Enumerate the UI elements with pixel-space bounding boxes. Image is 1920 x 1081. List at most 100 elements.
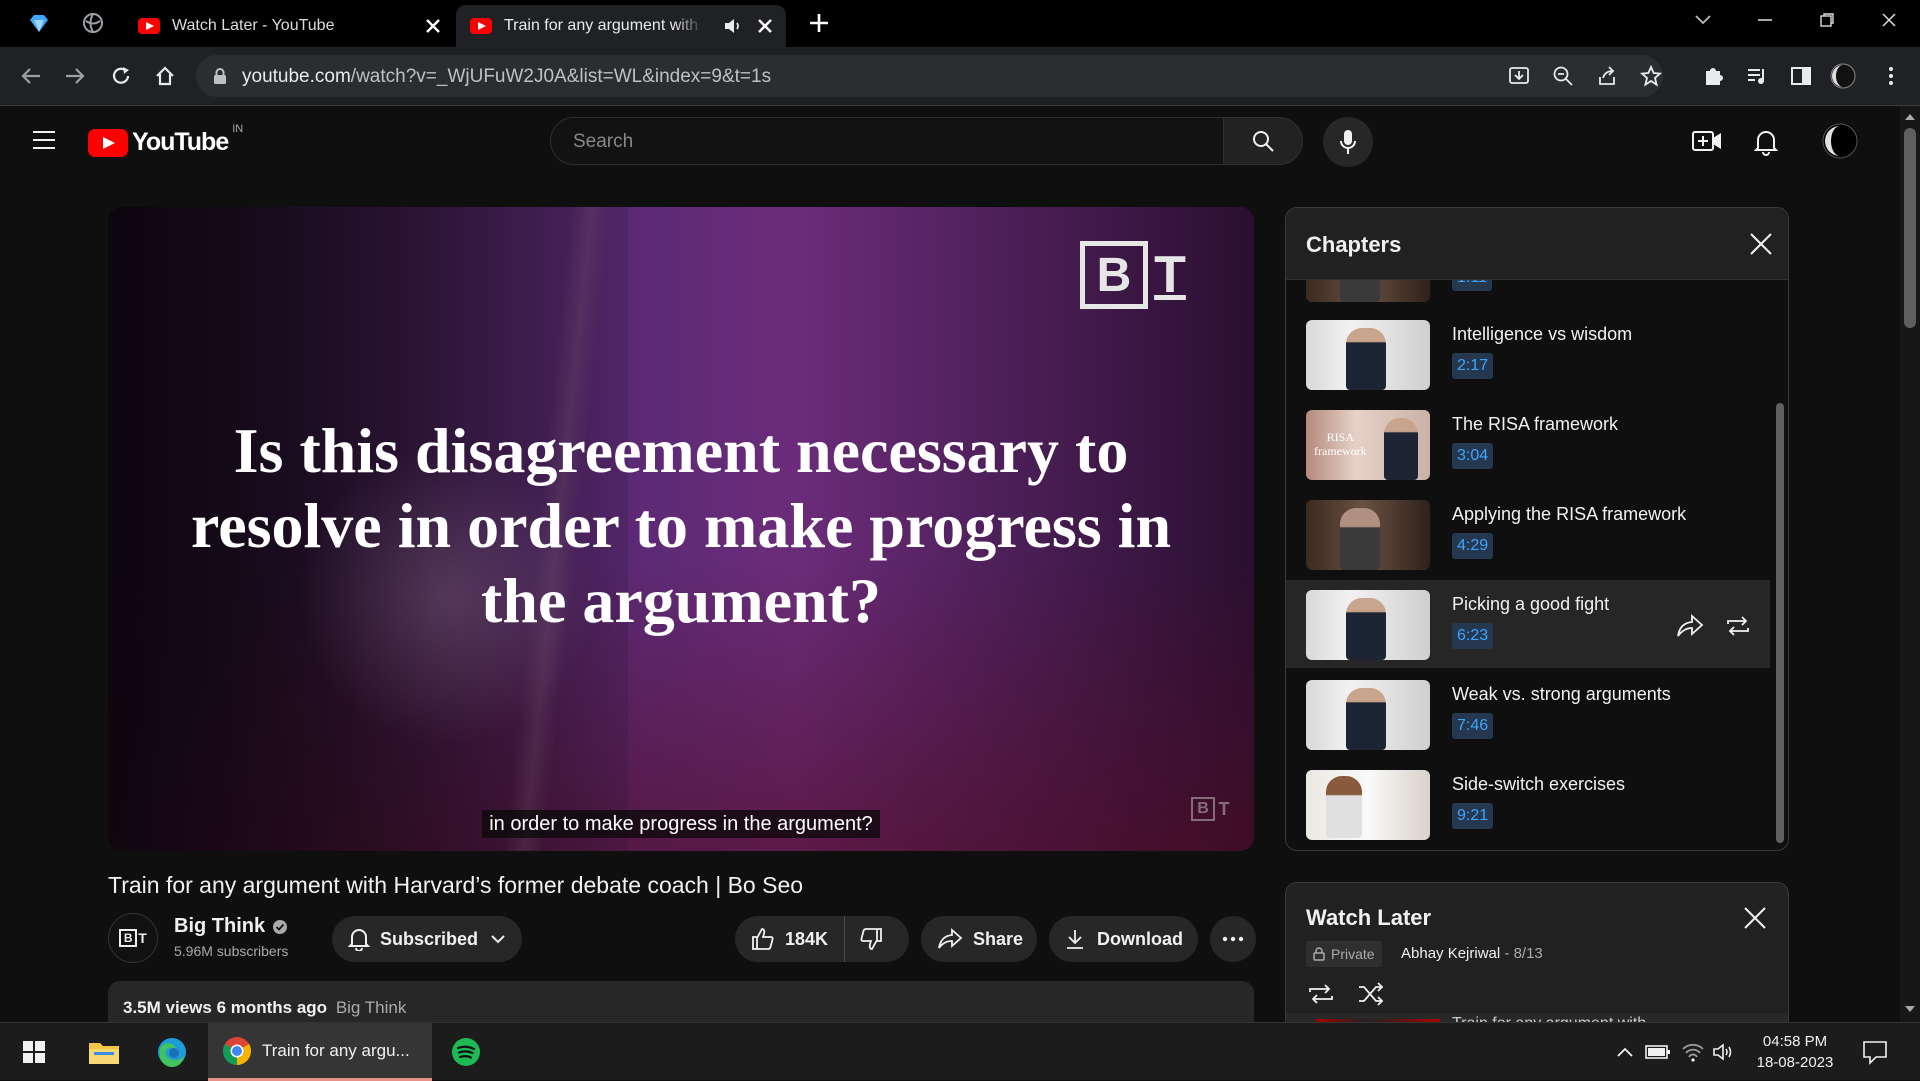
subscriber-count: 5.96M subscribers xyxy=(174,943,289,959)
back-arrow-icon[interactable] xyxy=(18,63,44,89)
zoom-icon[interactable] xyxy=(1552,65,1574,87)
shuffle-icon[interactable] xyxy=(1356,979,1386,1009)
close-window-icon[interactable] xyxy=(1858,0,1920,40)
chapter-name: Picking a good fight xyxy=(1452,594,1610,614)
view-count: 3.5M views xyxy=(123,998,212,1017)
chapter-item[interactable]: Applying the RISA framework 4:29 xyxy=(1286,490,1770,578)
scroll-up-arrow-icon[interactable] xyxy=(1905,114,1915,120)
channel-logo-t: T xyxy=(138,930,147,946)
close-playlist-icon[interactable] xyxy=(1742,905,1768,931)
tray-chevron-up-icon[interactable] xyxy=(1612,1039,1638,1065)
chapter-name: The RISA framework xyxy=(1452,414,1619,434)
hamburger-menu-icon[interactable] xyxy=(32,130,56,150)
channel-logo: B xyxy=(119,929,138,947)
big-think-watermark: B T xyxy=(1080,241,1192,309)
restore-icon[interactable] xyxy=(1796,0,1858,40)
page-scrollbar[interactable] xyxy=(1900,106,1920,1022)
lock-icon[interactable] xyxy=(212,67,228,85)
chapters-header: Chapters xyxy=(1286,208,1788,280)
minimize-icon[interactable] xyxy=(1734,0,1796,40)
like-button[interactable]: 184K xyxy=(735,916,846,962)
browser-menu-kebab-icon[interactable] xyxy=(1878,63,1904,89)
file-explorer-icon[interactable] xyxy=(76,1023,132,1081)
taskbar-clock[interactable]: 04:58 PM 18-08-2023 xyxy=(1740,1031,1850,1073)
notifications-bell-icon[interactable] xyxy=(1754,128,1778,156)
youtube-logo[interactable]: YouTube IN xyxy=(88,123,243,157)
extension-gem-icon[interactable] xyxy=(28,12,50,34)
notifications-center-icon[interactable] xyxy=(1862,1039,1888,1065)
edge-browser-icon[interactable] xyxy=(144,1023,200,1081)
new-tab-plus-icon[interactable] xyxy=(808,12,830,34)
chapter-timestamp[interactable]: 3:04 xyxy=(1452,443,1494,469)
dislike-button[interactable] xyxy=(845,916,883,962)
reload-icon[interactable] xyxy=(108,63,134,89)
profile-avatar-icon[interactable] xyxy=(1830,63,1856,89)
spotify-icon[interactable] xyxy=(438,1023,494,1081)
create-video-icon[interactable] xyxy=(1692,128,1722,154)
chapter-item[interactable]: Side-switch exercises 9:21 xyxy=(1286,760,1770,848)
tab-watch-later[interactable]: Watch Later - YouTube xyxy=(124,5,454,47)
watch-later-title[interactable]: Watch Later xyxy=(1306,905,1431,931)
home-icon[interactable] xyxy=(152,63,178,89)
chapter-name: Weak vs. strong arguments xyxy=(1452,684,1671,704)
download-button[interactable]: Download xyxy=(1049,916,1198,962)
volume-icon[interactable] xyxy=(1711,1039,1737,1065)
media-queue-icon[interactable] xyxy=(1744,63,1770,89)
channel-name[interactable]: Big Think xyxy=(174,915,288,938)
share-chapter-icon[interactable] xyxy=(1676,612,1704,640)
subscribed-button[interactable]: Subscribed xyxy=(332,916,522,962)
share-page-icon[interactable] xyxy=(1596,65,1618,87)
battery-icon[interactable] xyxy=(1645,1039,1671,1065)
close-tab-icon[interactable] xyxy=(424,17,442,35)
chapter-name: Side-switch exercises xyxy=(1452,774,1626,794)
search-button[interactable] xyxy=(1223,117,1303,165)
chapter-timestamp[interactable]: 2:17 xyxy=(1452,353,1494,379)
url-text[interactable]: youtube.com/watch?v=_WjUFuW2J0A&list=WL&… xyxy=(242,66,771,88)
chapter-thumbnail xyxy=(1306,770,1430,840)
globe-icon[interactable] xyxy=(82,12,104,34)
close-chapters-icon[interactable] xyxy=(1748,231,1774,257)
youtube-wordmark: YouTube xyxy=(132,128,229,156)
account-avatar[interactable] xyxy=(1822,123,1858,159)
chapter-timestamp[interactable]: 4:29 xyxy=(1452,533,1494,559)
closed-caption: in order to make progress in the argumen… xyxy=(108,810,1254,838)
video-player[interactable]: B T B T Is this disagreement necessary t… xyxy=(108,207,1254,851)
download-label: Download xyxy=(1097,928,1183,949)
chapter-timestamp[interactable]: 9:21 xyxy=(1452,803,1494,829)
audio-playing-icon[interactable] xyxy=(724,18,742,34)
chapters-scrollbar[interactable] xyxy=(1776,403,1784,843)
clock-time: 04:58 PM xyxy=(1762,1033,1828,1050)
owner-name[interactable]: Abhay Kejriwal xyxy=(1401,945,1500,962)
chapter-item[interactable]: Intelligence vs wisdom 2:17 xyxy=(1286,310,1770,398)
share-button[interactable]: Share xyxy=(921,916,1037,962)
taskbar-chrome-app[interactable]: Train for any argu... xyxy=(208,1023,432,1081)
close-tab-icon[interactable] xyxy=(756,17,774,35)
windows-start-icon[interactable] xyxy=(6,1023,62,1081)
side-panel-icon[interactable] xyxy=(1788,63,1814,89)
channel-avatar[interactable]: B T xyxy=(108,913,158,963)
bookmark-star-icon[interactable] xyxy=(1640,65,1662,87)
tab-search-chevron-icon[interactable] xyxy=(1672,0,1734,40)
description-channel-tag[interactable]: Big Think xyxy=(336,998,407,1017)
chapter-thumbnail xyxy=(1306,320,1430,390)
chapter-timestamp[interactable]: 7:46 xyxy=(1452,713,1494,739)
loop-chapter-icon[interactable] xyxy=(1724,612,1752,640)
voice-search-button[interactable] xyxy=(1323,117,1373,167)
chapter-item-active[interactable]: Picking a good fight 6:23 xyxy=(1286,580,1770,668)
chapters-title: Chapters xyxy=(1306,232,1402,257)
more-actions-button[interactable] xyxy=(1210,916,1256,962)
tab-train-for-any-argument[interactable]: Train for any argument with H xyxy=(456,5,786,47)
search-input[interactable] xyxy=(571,130,1191,154)
chapter-item[interactable]: RISA framework The RISA framework 3:04 xyxy=(1286,400,1770,488)
scroll-down-arrow-icon[interactable] xyxy=(1905,1006,1915,1012)
forward-arrow-icon[interactable] xyxy=(62,63,88,89)
wifi-icon[interactable] xyxy=(1680,1039,1706,1065)
scrollbar-thumb[interactable] xyxy=(1904,128,1916,328)
chapter-item[interactable]: Weak vs. strong arguments 7:46 xyxy=(1286,670,1770,758)
chapter-timestamp[interactable]: 6:23 xyxy=(1452,623,1494,649)
install-app-icon[interactable] xyxy=(1508,65,1530,87)
address-bar[interactable]: youtube.com/watch?v=_WjUFuW2J0A&list=WL&… xyxy=(196,55,1663,97)
extensions-puzzle-icon[interactable] xyxy=(1700,63,1726,89)
loop-playlist-icon[interactable] xyxy=(1306,979,1336,1009)
like-dislike-group: 184K xyxy=(735,916,909,962)
